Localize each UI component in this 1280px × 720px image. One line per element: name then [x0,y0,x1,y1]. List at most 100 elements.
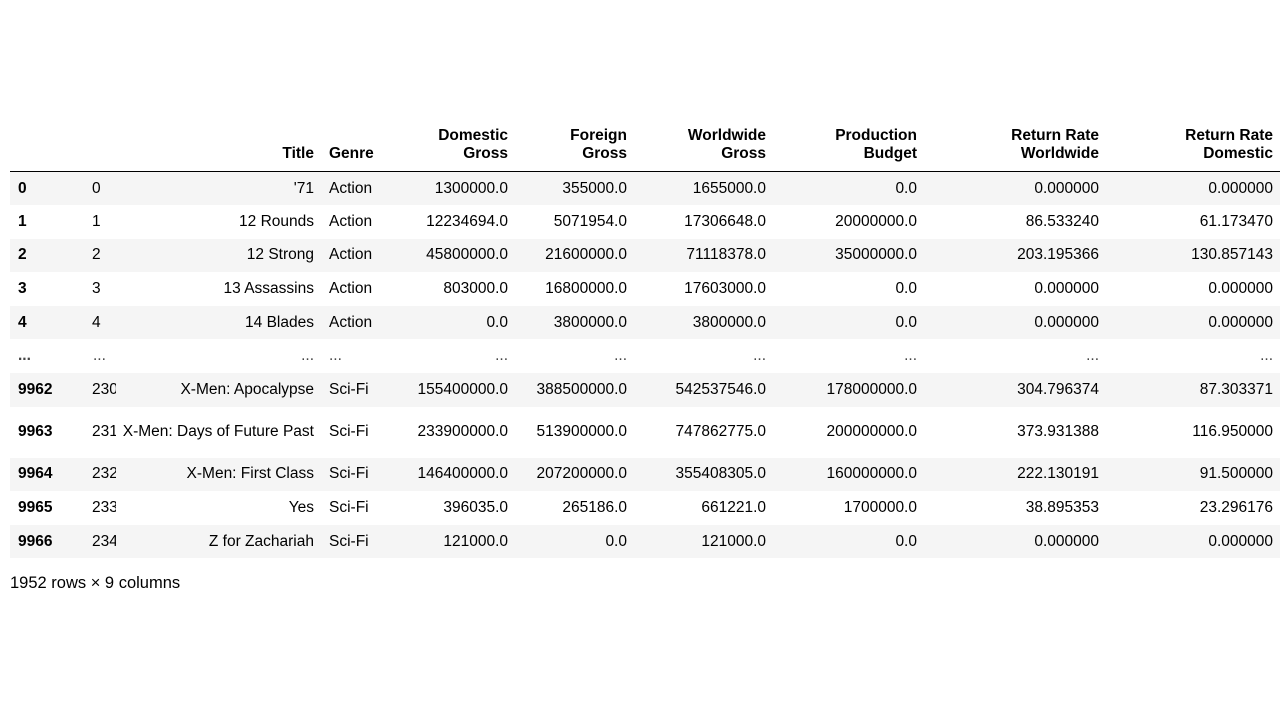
header-line: Worldwide [687,127,766,144]
table-cell-foreign: 5071954.0 [553,212,627,230]
table-cell-genre: Sci-Fi [329,380,369,398]
table-cell-domestic: 803000.0 [443,280,508,298]
table-cell-index: 231 [92,423,116,441]
table-cell-index: 1 [92,212,101,230]
table-cell-rr_world: 304.796374 [1017,380,1099,398]
table-cell-foreign: 21600000.0 [545,246,627,264]
table-cell-worldwide: 71118378.0 [686,246,766,264]
table-cell-rr_world: 0.000000 [1034,179,1099,197]
table-cell-title: Z for Zachariah [208,532,314,550]
column-header-domestic-gross: Domestic Gross [385,118,515,172]
table-cell-rr_world: 203.195366 [1017,246,1099,264]
table-cell-worldwide: 3800000.0 [692,313,766,331]
table-cell-domestic: 146400000.0 [417,465,508,483]
table-cell-domestic: ... [495,347,508,365]
table-cell-budget: ... [904,347,917,365]
table-cell-budget: 200000000.0 [826,423,917,441]
table-cell-title: 12 Rounds [239,212,314,230]
table-cell-domestic: 233900000.0 [417,423,508,441]
column-header-rowhead [10,118,60,172]
row-label: 9966 [18,532,53,550]
table-cell-rr_dom: 61.173470 [1199,212,1273,230]
table-cell-domestic: 121000.0 [443,532,508,550]
table-cell-budget: 1700000.0 [843,499,917,517]
column-header-index: index [60,118,116,172]
table-cell-worldwide: ... [753,347,766,365]
table-cell-worldwide: 542537546.0 [675,380,766,398]
table-cell-worldwide: 747862775.0 [675,423,766,441]
table-cell-genre: Sci-Fi [329,532,369,550]
header-line: Production [835,127,917,144]
table-cell-budget: 0.0 [895,179,917,197]
table-cell-rr_dom: 0.000000 [1208,280,1273,298]
table-cell-index: ... [93,347,106,365]
table-cell-genre: Sci-Fi [329,499,369,517]
header-line: Domestic [1203,145,1273,162]
header-line: Gross [721,145,766,162]
table-cell-foreign: 0.0 [605,532,627,550]
table-cell-title: 12 Strong [246,246,314,264]
table-cell-domestic: 396035.0 [443,499,508,517]
table-row: 9962 230 X-Men: Apocalypse Sci-Fi 155400000.… [10,373,1280,407]
table-cell-foreign: 513900000.0 [536,423,627,441]
column-header-title: Title [116,118,321,172]
column-header-genre: Genre [321,118,385,172]
table-cell-rr_dom: 116.950000 [1192,423,1273,441]
table-cell-index: 230 [92,380,116,398]
row-label: 3 [18,280,27,298]
table-cell-index: 4 [92,313,101,331]
header-line: Return Rate [1011,127,1099,144]
row-label: 9963 [18,423,53,441]
table-cell-index: 0 [92,179,101,197]
column-header-production-budget: Production Budget [773,118,924,172]
table-cell-index: 3 [92,280,101,298]
row-label: 1 [18,212,27,230]
table-cell-title: 14 Blades [245,313,314,331]
row-label: 4 [18,313,27,331]
table-cell-domestic: 0.0 [486,313,508,331]
table-cell-genre: Sci-Fi [329,465,369,483]
table-cell-worldwide: 17603000.0 [684,280,766,298]
table-cell-genre: Action [329,212,373,230]
table-cell-rr_world: 0.000000 [1034,280,1099,298]
table-cell-worldwide: 355408305.0 [675,465,766,483]
table-row: 9965 233 Yes Sci-Fi 396035.0 265186.0 661221.0… [10,491,1280,525]
dataframe-table: index Title Genre Domestic Gross Foreign… [10,118,1280,559]
row-label: ... [18,347,31,365]
table-cell-title: X-Men: First Class [186,465,314,483]
table-cell-foreign: 388500000.0 [536,380,627,398]
table-row: 3 3 13 Assassins Action 803000.0 16800000.0 17… [10,272,1280,306]
table-row: 2 2 12 Strong Action 45800000.0 21600000.0 711… [10,238,1280,273]
table-cell-foreign: 355000.0 [562,179,627,197]
row-label: 9962 [18,380,53,398]
header-line: Gross [582,145,627,162]
table-cell-rr_world: 373.931388 [1017,423,1099,441]
table-cell-rr_world: 222.130191 [1017,465,1099,483]
table-cell-index: 234 [92,532,116,550]
table-cell-index: 232 [92,465,116,483]
table-cell-index: 2 [92,246,101,264]
table-cell-domestic: 155400000.0 [417,380,508,398]
table-row: 9963 231 X-Men: Days of Future Past Sci-Fi 2… [10,406,1280,458]
header-line: Budget [863,145,917,162]
table-row: 9964 232 X-Men: First Class Sci-Fi 146400000… [10,457,1280,492]
column-header-return-rate-worldwide: Return Rate Worldwide [924,118,1106,172]
header-line: Return Rate [1185,127,1273,144]
table-cell-rr_dom: 91.500000 [1199,465,1273,483]
table-cell-budget: 160000000.0 [826,465,917,483]
column-header-return-rate-domestic: Return Rate Domestic [1106,118,1280,172]
table-cell-budget: 178000000.0 [826,380,917,398]
table-cell-worldwide: 121000.0 [701,532,766,550]
table-cell-rr_dom: 0.000000 [1208,313,1273,331]
table-cell-title: X-Men: Apocalypse [180,380,314,398]
table-cell-domestic: 45800000.0 [426,246,508,264]
table-cell-foreign: 3800000.0 [553,313,627,331]
row-label: 9964 [18,465,53,483]
table-cell-budget: 0.0 [895,280,917,298]
table-cell-domestic: 1300000.0 [434,179,508,197]
table-cell-title: X-Men: Days of Future Past [122,423,314,441]
table-cell-genre: Action [329,280,373,298]
table-row: 1 1 12 Rounds Action 12234694.0 5071954.0 1730… [10,205,1280,239]
table-cell-foreign: ... [614,347,627,365]
table-cell-title: 13 Assassins [223,280,314,298]
